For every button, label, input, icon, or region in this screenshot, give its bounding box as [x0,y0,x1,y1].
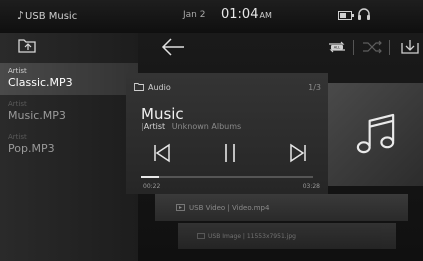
battery-icon [338,11,354,20]
pause-icon[interactable] [218,141,242,165]
artist-label: Artist [143,122,166,131]
background-card-label: USB Video | Video.mp4 [189,204,270,212]
source-indicator: ♪USB Music [17,9,77,22]
background-card-video[interactable]: USB Video | Video.mp4 [155,194,408,221]
track-index: 1/3 [308,83,321,92]
background-card-image[interactable]: USB Image | 11553x7951.jpg [178,223,396,249]
clock-ampm: AM [259,11,272,20]
progress-bar[interactable] [141,176,313,178]
sidebar-item-pop[interactable]: Artist Pop.MP3 [0,129,138,161]
sidebar: Artist Classic.MP3 Artist Music.MP3 Arti… [0,33,138,261]
clock: 01:04AM [221,7,272,22]
background-card-label: USB Image | 11553x7951.jpg [208,233,296,240]
headset-icon [358,8,370,20]
previous-track-icon[interactable] [150,141,174,165]
sidebar-item-title: Music.MP3 [8,109,66,122]
track-title: Music [141,105,184,123]
clock-time: 01:04 [221,7,259,22]
divider [389,40,390,55]
sidebar-item-title: Pop.MP3 [8,142,55,155]
music-note-icon: ♪ [17,9,25,22]
date-label: Jan 2 [183,10,206,20]
repeat-all-icon[interactable]: ALL [326,37,348,57]
music-note-icon [356,113,395,154]
album-art [328,83,423,186]
folder-icon [134,83,144,91]
status-bar: ♪USB Music Jan 2 01:04AM [0,0,423,33]
screen: ♪USB Music Jan 2 01:04AM Artist Classic.… [0,0,423,261]
shuffle-icon[interactable] [361,37,383,57]
video-icon [176,204,185,211]
elapsed-time: 00:22 [143,183,161,190]
repeat-badge: ALL [334,46,340,50]
sidebar-item-category: Artist [8,133,27,141]
track-meta: |Artist Unknown Albums [141,122,241,131]
next-track-icon[interactable] [286,141,310,165]
sidebar-item-title: Classic.MP3 [8,76,73,89]
image-icon [197,233,205,239]
album-label: Unknown Albums [171,122,242,131]
sidebar-item-music[interactable]: Artist Music.MP3 [0,96,138,128]
now-playing-card: Audio 1/3 Music |Artist Unknown Albums 0… [126,73,328,194]
sidebar-item-classic[interactable]: Artist Classic.MP3 [0,63,138,95]
download-icon[interactable] [399,37,421,57]
total-time: 03:28 [302,183,320,190]
folder-up-icon[interactable] [17,36,37,54]
source-label: Audio [148,83,171,92]
divider [353,40,354,55]
sidebar-item-category: Artist [8,67,27,75]
progress-fill [141,176,160,178]
back-arrow-icon[interactable] [160,37,186,57]
sidebar-item-category: Artist [8,100,27,108]
source-label: USB Music [25,11,78,22]
